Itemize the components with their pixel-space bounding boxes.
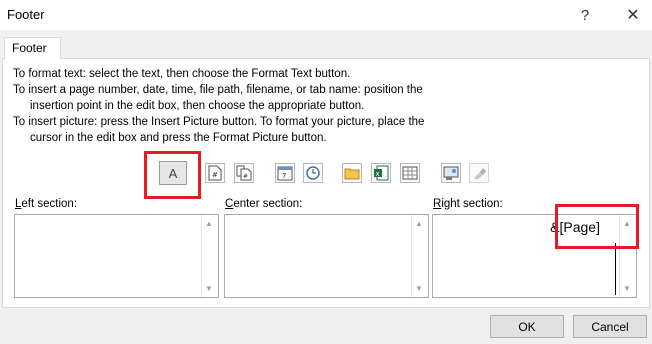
instruction-line-5: cursor in the edit box and press the For… — [30, 132, 327, 144]
instruction-line-3: insertion point in the edit box, then ch… — [30, 100, 365, 112]
instruction-line-1: To format text: select the text, then ch… — [13, 68, 351, 80]
help-button[interactable]: ? — [574, 4, 596, 26]
insert-time-button[interactable] — [303, 163, 323, 183]
insert-picture-button[interactable] — [441, 163, 461, 183]
scroll-up-icon[interactable]: ▲ — [205, 219, 213, 228]
insert-file-path-button[interactable] — [342, 163, 362, 183]
insert-file-name-icon: x — [374, 165, 389, 181]
insert-time-icon — [306, 166, 320, 180]
ok-button[interactable]: OK — [490, 315, 564, 338]
scroll-down-icon[interactable]: ▼ — [205, 284, 213, 293]
svg-text:#: # — [243, 173, 248, 180]
window-title: Footer — [7, 7, 45, 22]
instruction-line-4: To insert picture: press the Insert Pict… — [13, 116, 425, 128]
tab-footer[interactable]: Footer — [4, 37, 61, 59]
insert-date-button[interactable]: 7 — [275, 163, 295, 183]
insert-number-of-pages-button[interactable]: # — [234, 163, 254, 183]
cancel-button[interactable]: Cancel — [573, 315, 647, 338]
insert-sheet-name-button[interactable] — [400, 163, 420, 183]
instruction-line-2: To insert a page number, date, time, fil… — [13, 84, 423, 96]
left-section-scrollbar[interactable]: ▲ ▼ — [201, 215, 218, 297]
center-section-scrollbar[interactable]: ▲ ▼ — [411, 215, 428, 297]
center-section-label: Center section: — [225, 198, 303, 210]
insert-file-name-button[interactable]: x — [371, 163, 391, 183]
left-section-input[interactable]: ▲ ▼ — [14, 214, 219, 298]
svg-text:x: x — [376, 170, 380, 178]
highlight-page-field — [555, 204, 639, 249]
svg-text:7: 7 — [282, 172, 286, 180]
close-button[interactable]: ✕ — [622, 4, 644, 26]
format-picture-button[interactable] — [469, 163, 489, 183]
center-section-input[interactable]: ▲ ▼ — [224, 214, 429, 298]
insert-picture-icon — [443, 166, 459, 180]
scroll-down-icon[interactable]: ▼ — [623, 284, 631, 293]
text-caret — [615, 243, 616, 295]
scroll-up-icon[interactable]: ▲ — [415, 219, 423, 228]
insert-date-icon: 7 — [277, 166, 293, 181]
format-picture-icon — [474, 168, 486, 180]
insert-number-of-pages-icon: # — [236, 165, 252, 181]
left-section-label: Left section: — [15, 198, 78, 210]
insert-page-number-button[interactable]: # — [205, 163, 225, 183]
svg-text:#: # — [212, 171, 218, 179]
insert-page-number-icon: # — [208, 165, 222, 181]
right-section-label: Right section: — [433, 198, 503, 210]
highlight-format-text — [144, 151, 201, 199]
insert-file-path-icon — [344, 168, 360, 180]
title-bar: Footer ? ✕ — [0, 0, 652, 30]
scroll-down-icon[interactable]: ▼ — [415, 284, 423, 293]
insert-sheet-name-icon — [402, 166, 418, 180]
